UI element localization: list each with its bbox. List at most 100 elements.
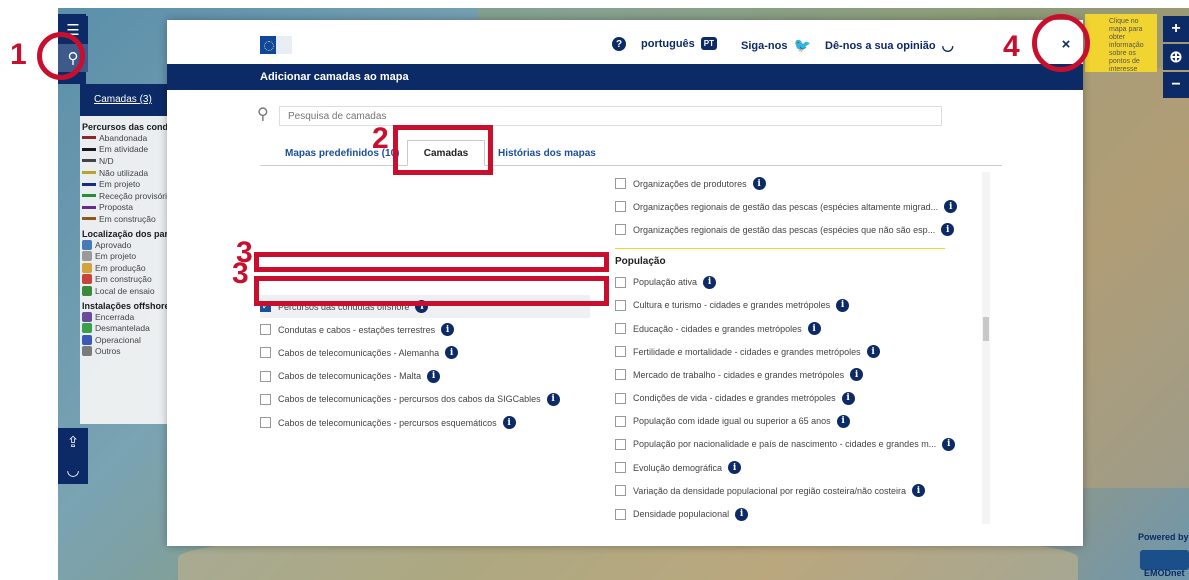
layer-checkbox[interactable] [615, 462, 626, 474]
info-icon[interactable]: i [752, 177, 766, 191]
layer-label[interactable]: Condições de vida - cidades e grandes me… [633, 393, 836, 403]
layer-label[interactable]: Condutas e cabos - estações terrestres [278, 325, 435, 335]
layers-tab-label[interactable]: Camadas (3) [94, 94, 152, 105]
info-icon[interactable]: i [836, 298, 850, 312]
layer-checkbox[interactable] [615, 276, 626, 288]
info-icon[interactable]: i [942, 437, 956, 451]
layer-checkbox[interactable] [615, 392, 626, 404]
layer-checkbox[interactable] [615, 323, 626, 335]
info-icon[interactable]: i [427, 369, 441, 383]
layer-checkbox[interactable] [615, 178, 626, 190]
layer-row[interactable]: Cultura e turismo - cidades e grandes me… [615, 294, 960, 317]
layer-row[interactable]: Organizações regionais de gestão das pes… [615, 195, 960, 218]
emodnet-logo[interactable] [1140, 550, 1189, 570]
info-icon[interactable]: i [445, 346, 459, 360]
scrollbar-thumb[interactable] [983, 317, 989, 341]
layer-row[interactable]: Cabos de telecomunicações - Malta i [260, 365, 590, 388]
info-icon[interactable]: i [546, 392, 560, 406]
layer-row[interactable]: Organizações de produtores i [615, 172, 960, 195]
layer-label[interactable]: Fertilidade e mortalidade - cidades e gr… [633, 347, 861, 357]
layer-label[interactable]: População com idade igual ou superior a … [633, 416, 831, 426]
info-icon[interactable]: i [941, 223, 955, 237]
info-icon[interactable]: i [703, 275, 717, 289]
info-icon[interactable]: i [735, 507, 749, 521]
layer-row[interactable]: Variação da densidade populacional por r… [615, 479, 960, 502]
layer-row[interactable]: Organizações regionais de gestão das pes… [615, 218, 960, 241]
layer-row[interactable]: População com idade igual ou superior a … [615, 410, 960, 433]
legend-item: Em produção [82, 262, 168, 274]
layer-label[interactable]: Cabos de telecomunicações - percursos do… [278, 394, 541, 404]
layer-row[interactable]: Cabos de telecomunicações - percursos es… [260, 411, 590, 434]
layer-row[interactable]: Cabos de telecomunicações - Alemanha i [260, 341, 590, 364]
layer-checkbox[interactable] [615, 438, 626, 450]
layer-label[interactable]: População ativa [633, 277, 697, 287]
feedback-link[interactable]: Dê-nos a sua opinião ◡ [825, 37, 954, 54]
legend-group-title: Instalações offshore [82, 300, 170, 311]
zoom-in-button[interactable]: + [1163, 16, 1189, 42]
layer-label[interactable]: Densidade populacional [633, 509, 729, 519]
layer-list-scrollbar[interactable] [982, 172, 990, 524]
info-icon[interactable]: i [807, 322, 821, 336]
layer-checkbox[interactable] [260, 417, 271, 429]
layer-label[interactable]: Organizações regionais de gestão das pes… [633, 202, 938, 212]
layer-row[interactable]: Evolução demográfica i [615, 456, 960, 479]
layer-row[interactable]: Condutas e cabos - estações terrestres i [260, 318, 590, 341]
layer-row[interactable]: Condições de vida - cidades e grandes me… [615, 387, 960, 410]
smile-icon[interactable]: ◡ [942, 37, 954, 54]
layer-row[interactable]: Fertilidade e mortalidade - cidades e gr… [615, 340, 960, 363]
info-icon[interactable]: i [850, 368, 864, 382]
locate-button[interactable]: ⊕ [1163, 44, 1189, 70]
layer-row[interactable]: População ativa i [615, 271, 960, 294]
info-icon[interactable]: i [866, 345, 880, 359]
layer-label[interactable]: Cultura e turismo - cidades e grandes me… [633, 300, 830, 310]
layer-checkbox[interactable] [615, 299, 626, 311]
layer-row[interactable]: População por nacionalidade e país de na… [615, 433, 960, 456]
help-icon[interactable]: ? [612, 37, 626, 51]
layer-label[interactable]: Variação da densidade populacional por r… [633, 486, 906, 496]
follow-label[interactable]: Siga-nos [741, 40, 787, 52]
layers-tab[interactable]: Camadas (3) [80, 84, 168, 116]
layer-label[interactable]: Cabos de telecomunicações - percursos es… [278, 418, 497, 428]
layer-checkbox[interactable] [260, 393, 271, 405]
twitter-icon[interactable]: 🐦 [793, 37, 810, 54]
info-icon[interactable]: i [944, 200, 958, 214]
layer-checkbox[interactable] [615, 346, 626, 358]
tab-map-stories[interactable]: Histórias dos mapas [498, 140, 596, 166]
feedback-label[interactable]: Dê-nos a sua opinião [825, 40, 936, 52]
layer-row[interactable]: Densidade populacional i [615, 502, 960, 525]
zoom-out-button[interactable]: − [1163, 72, 1189, 98]
language-label[interactable]: português [641, 38, 695, 50]
info-icon[interactable]: i [912, 484, 926, 498]
layer-label[interactable]: Organizações regionais de gestão das pes… [633, 225, 935, 235]
info-icon[interactable]: i [502, 416, 516, 430]
layer-row[interactable]: Mercado de trabalho - cidades e grandes … [615, 363, 960, 386]
layer-checkbox[interactable] [615, 508, 626, 520]
layer-label[interactable]: Educação - cidades e grandes metrópoles [633, 324, 802, 334]
layer-checkbox[interactable] [260, 370, 271, 382]
info-icon[interactable]: i [836, 414, 850, 428]
layer-row[interactable]: Educação - cidades e grandes metrópoles i [615, 317, 960, 340]
info-icon[interactable]: i [841, 391, 855, 405]
info-icon[interactable]: i [728, 461, 742, 475]
layer-checkbox[interactable] [615, 224, 626, 236]
help-link[interactable]: ? [612, 37, 626, 51]
layer-label[interactable]: Evolução demográfica [633, 463, 722, 473]
layer-checkbox[interactable] [615, 369, 626, 381]
layer-label[interactable]: Organizações de produtores [633, 179, 747, 189]
layer-checkbox[interactable] [615, 485, 626, 497]
layer-label[interactable]: Cabos de telecomunicações - Malta [278, 371, 421, 381]
layer-checkbox[interactable] [260, 324, 271, 336]
share-icon[interactable]: ⇪ [58, 428, 88, 456]
layer-label[interactable]: Cabos de telecomunicações - Alemanha [278, 348, 439, 358]
language-selector[interactable]: português PT [641, 37, 718, 50]
info-icon[interactable]: i [441, 323, 455, 337]
follow-link[interactable]: Siga-nos 🐦 [741, 37, 811, 54]
layer-checkbox[interactable] [615, 415, 626, 427]
layer-label[interactable]: Mercado de trabalho - cidades e grandes … [633, 370, 844, 380]
smile-icon[interactable]: ◡ [58, 456, 88, 484]
layer-checkbox[interactable] [260, 347, 271, 359]
layer-label[interactable]: População por nacionalidade e país de na… [633, 439, 936, 449]
layer-checkbox[interactable] [615, 201, 626, 213]
language-code-badge[interactable]: PT [700, 37, 718, 50]
layer-row[interactable]: Cabos de telecomunicações - percursos do… [260, 388, 590, 411]
